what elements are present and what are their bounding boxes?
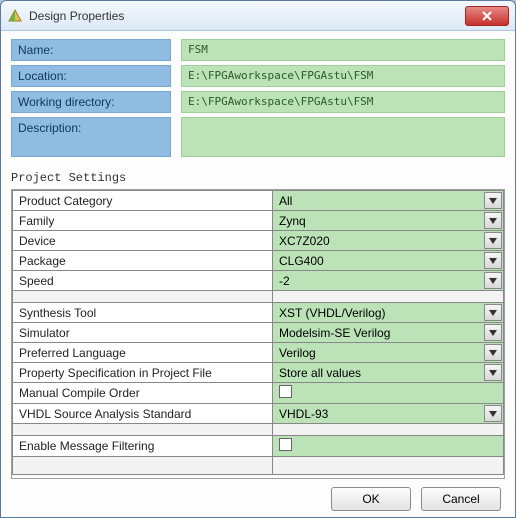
close-button[interactable] xyxy=(465,6,509,26)
dropdown-button[interactable] xyxy=(484,304,502,321)
title-bar: Design Properties xyxy=(1,1,515,31)
prop-value[interactable]: Store all values xyxy=(273,363,504,383)
table-row: Device XC7Z020 xyxy=(13,231,504,251)
working-directory-value: E:\FPGAworkspace\FPGAstu\FSM xyxy=(181,91,505,113)
prop-key: Manual Compile Order xyxy=(13,383,273,404)
settings-scroll[interactable]: Product Category All Family Zynq Device … xyxy=(12,190,504,478)
prop-key: Property Specification in Project File xyxy=(13,363,273,383)
close-icon xyxy=(482,11,492,21)
prop-value[interactable]: VHDL-93 xyxy=(273,404,504,424)
window-title: Design Properties xyxy=(29,9,465,23)
location-value: E:\FPGAworkspace\FPGAstu\FSM xyxy=(181,65,505,87)
top-form: Name: FSM Location: E:\FPGAworkspace\FPG… xyxy=(11,39,505,157)
prop-value[interactable]: Modelsim-SE Verilog xyxy=(273,323,504,343)
location-label: Location: xyxy=(11,65,171,87)
dropdown-button[interactable] xyxy=(484,232,502,249)
dialog-content: Name: FSM Location: E:\FPGAworkspace\FPG… xyxy=(1,31,515,517)
dropdown-button[interactable] xyxy=(484,272,502,289)
prop-value[interactable]: Zynq xyxy=(273,211,504,231)
cancel-button[interactable]: Cancel xyxy=(421,487,501,511)
prop-value[interactable]: XC7Z020 xyxy=(273,231,504,251)
spacer-row xyxy=(13,457,504,475)
dropdown-button[interactable] xyxy=(484,364,502,381)
dropdown-button[interactable] xyxy=(484,344,502,361)
chevron-down-icon xyxy=(489,258,497,264)
table-row: Synthesis Tool XST (VHDL/Verilog) xyxy=(13,303,504,323)
chevron-down-icon xyxy=(489,411,497,417)
name-value[interactable]: FSM xyxy=(181,39,505,61)
prop-key: Enable Message Filtering xyxy=(13,436,273,457)
prop-key: Package xyxy=(13,251,273,271)
prop-key: VHDL Source Analysis Standard xyxy=(13,404,273,424)
dropdown-button[interactable] xyxy=(484,192,502,209)
table-row: Property Specification in Project File S… xyxy=(13,363,504,383)
dropdown-button[interactable] xyxy=(484,405,502,422)
table-row: Simulator Modelsim-SE Verilog xyxy=(13,323,504,343)
dropdown-button[interactable] xyxy=(484,324,502,341)
section-title: Project Settings xyxy=(11,171,505,185)
dialog-window: Design Properties Name: FSM Location: E:… xyxy=(0,0,516,518)
prop-value[interactable] xyxy=(273,383,504,404)
chevron-down-icon xyxy=(489,198,497,204)
button-row: OK Cancel xyxy=(11,479,505,513)
table-row: Package CLG400 xyxy=(13,251,504,271)
prop-value[interactable]: CLG400 xyxy=(273,251,504,271)
prop-value[interactable]: -2 xyxy=(273,271,504,291)
chevron-down-icon xyxy=(489,370,497,376)
chevron-down-icon xyxy=(489,218,497,224)
prop-key: Family xyxy=(13,211,273,231)
prop-value[interactable]: Verilog xyxy=(273,343,504,363)
prop-value[interactable]: XST (VHDL/Verilog) xyxy=(273,303,504,323)
prop-value[interactable] xyxy=(273,436,504,457)
description-label: Description: xyxy=(11,117,171,157)
table-row: Enable Message Filtering xyxy=(13,436,504,457)
spacer-row xyxy=(13,424,504,436)
description-value[interactable] xyxy=(181,117,505,157)
table-row: VHDL Source Analysis Standard VHDL-93 xyxy=(13,404,504,424)
app-icon xyxy=(7,8,23,24)
dropdown-button[interactable] xyxy=(484,252,502,269)
checkbox[interactable] xyxy=(279,385,292,398)
table-row: Speed -2 xyxy=(13,271,504,291)
prop-key: Synthesis Tool xyxy=(13,303,273,323)
spacer-row xyxy=(13,291,504,303)
prop-key: Device xyxy=(13,231,273,251)
dropdown-button[interactable] xyxy=(484,212,502,229)
prop-value[interactable]: All xyxy=(273,191,504,211)
table-row: Preferred Language Verilog xyxy=(13,343,504,363)
table-row: Manual Compile Order xyxy=(13,383,504,404)
prop-key: Product Category xyxy=(13,191,273,211)
name-label: Name: xyxy=(11,39,171,61)
table-row: Family Zynq xyxy=(13,211,504,231)
prop-key: Preferred Language xyxy=(13,343,273,363)
working-directory-label: Working directory: xyxy=(11,91,171,113)
settings-table: Product Category All Family Zynq Device … xyxy=(12,190,504,475)
chevron-down-icon xyxy=(489,310,497,316)
prop-key: Simulator xyxy=(13,323,273,343)
prop-key: Speed xyxy=(13,271,273,291)
checkbox[interactable] xyxy=(279,438,292,451)
ok-button[interactable]: OK xyxy=(331,487,411,511)
chevron-down-icon xyxy=(489,330,497,336)
table-row: Product Category All xyxy=(13,191,504,211)
chevron-down-icon xyxy=(489,238,497,244)
chevron-down-icon xyxy=(489,278,497,284)
chevron-down-icon xyxy=(489,350,497,356)
settings-grid: Product Category All Family Zynq Device … xyxy=(11,189,505,479)
